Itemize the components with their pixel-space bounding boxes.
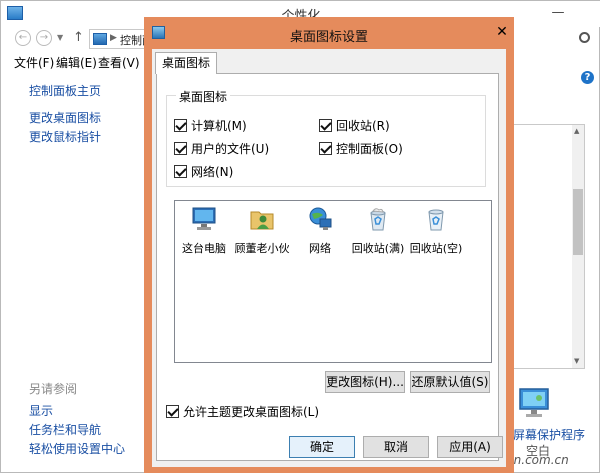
user-files-checkbox[interactable] xyxy=(174,141,187,155)
tab-desktop-icons[interactable]: 桌面图标 xyxy=(155,52,218,74)
control-panel-checkbox[interactable] xyxy=(319,141,332,155)
ok-button[interactable]: 确定 xyxy=(289,436,355,458)
search-icon[interactable] xyxy=(579,32,590,43)
network-checkbox-row[interactable]: 网络(N) xyxy=(174,163,233,179)
network-checkbox-label: 网络(N) xyxy=(191,164,234,179)
restore-default-button[interactable]: 还原默认值(S) xyxy=(410,371,490,393)
menu-view[interactable]: 查看(V) xyxy=(98,54,140,71)
list-item[interactable]: 网络 xyxy=(291,205,349,256)
menu-edit[interactable]: 编辑(E) xyxy=(56,54,97,71)
dialog-body: 桌面图标 桌面图标 计算机(M) 回收站(R) 用户的文件(U) 控制面板(O)… xyxy=(152,49,506,467)
control-panel-home-link[interactable]: 控制面板主页 xyxy=(29,82,101,99)
computer-icon xyxy=(192,207,216,230)
arrow-left-icon: ← xyxy=(18,32,28,43)
dialog-title: 桌面图标设置 xyxy=(289,30,368,45)
see-also-heading: 另请参阅 xyxy=(29,382,78,396)
arrow-up-icon: ↑ xyxy=(73,30,84,45)
recycle-bin-checkbox[interactable] xyxy=(319,118,332,132)
computer-checkbox-row[interactable]: 计算机(M) xyxy=(174,117,247,133)
scroll-down-icon[interactable]: ▼ xyxy=(574,357,579,365)
change-desktop-icons-link[interactable]: 更改桌面图标 xyxy=(29,109,101,126)
forward-button[interactable]: → xyxy=(36,30,52,46)
cancel-button[interactable]: 取消 xyxy=(363,436,429,458)
icon-caption: 网络 xyxy=(309,242,331,255)
address-bar[interactable]: ▶ 控制面 xyxy=(89,29,149,49)
network-icon xyxy=(309,207,332,230)
apply-button[interactable]: 应用(A) xyxy=(437,436,503,458)
user-files-checkbox-row[interactable]: 用户的文件(U) xyxy=(174,140,269,156)
icon-caption: 顾董老小伙 xyxy=(234,242,290,255)
list-item[interactable]: 这台电脑 xyxy=(175,205,233,256)
list-item[interactable]: 顾董老小伙 xyxy=(233,205,291,256)
recycle-bin-empty-icon xyxy=(428,209,444,231)
list-item[interactable]: 回收站(空) xyxy=(407,205,465,256)
allow-themes-checkbox[interactable] xyxy=(166,404,179,418)
recycle-bin-checkbox-row[interactable]: 回收站(R) xyxy=(319,117,390,133)
back-button[interactable]: ← xyxy=(15,30,31,46)
control-panel-icon xyxy=(93,33,107,45)
display-link[interactable]: 显示 xyxy=(29,402,53,419)
close-icon: ✕ xyxy=(496,24,508,40)
computer-checkbox[interactable] xyxy=(174,118,187,132)
icon-caption: 这台电脑 xyxy=(182,242,226,255)
scrollbar-thumb[interactable] xyxy=(573,189,583,255)
icon-caption: 回收站(空) xyxy=(409,242,463,255)
desktop-icon-settings-dialog: 桌面图标设置 ✕ 桌面图标 桌面图标 计算机(M) 回收站(R) 用户的文件(U… xyxy=(144,17,514,473)
screensaver-link[interactable]: 屏幕保护程序 xyxy=(513,426,585,443)
help-icon[interactable]: ? xyxy=(581,71,594,84)
scroll-up-icon[interactable]: ▲ xyxy=(574,127,579,135)
breadcrumb-chevron-icon: ▶ xyxy=(110,33,117,43)
control-panel-checkbox-row[interactable]: 控制面板(O) xyxy=(319,140,403,156)
menu-file[interactable]: 文件(F) xyxy=(14,54,54,71)
allow-themes-checkbox-row[interactable]: 允许主题更改桌面图标(L) xyxy=(166,403,319,419)
list-item[interactable]: 回收站(满) xyxy=(349,205,407,256)
control-panel-checkbox-label: 控制面板(O) xyxy=(336,141,403,156)
icon-caption: 回收站(满) xyxy=(351,242,405,255)
change-mouse-pointer-link[interactable]: 更改鼠标指针 xyxy=(29,128,101,145)
arrow-right-icon: → xyxy=(39,32,49,43)
network-checkbox[interactable] xyxy=(174,164,187,178)
group-title: 桌面图标 xyxy=(176,88,231,105)
change-icon-button[interactable]: 更改图标(H)... xyxy=(325,371,405,393)
recycle-bin-checkbox-label: 回收站(R) xyxy=(336,118,390,133)
recycle-bin-full-icon xyxy=(370,208,386,231)
user-files-checkbox-label: 用户的文件(U) xyxy=(191,141,270,156)
ease-of-access-link[interactable]: 轻松使用设置中心 xyxy=(29,440,125,457)
screensaver-icon[interactable] xyxy=(517,386,551,420)
up-button[interactable]: ↑ xyxy=(73,30,84,45)
computer-checkbox-label: 计算机(M) xyxy=(191,118,247,133)
recent-locations-dropdown[interactable]: ▼ xyxy=(57,33,63,42)
close-button[interactable]: ✕ xyxy=(493,23,511,41)
minimize-button[interactable]: — xyxy=(549,5,567,20)
user-folder-icon xyxy=(250,211,274,230)
allow-themes-label: 允许主题更改桌面图标(L) xyxy=(183,404,320,419)
taskbar-navigation-link[interactable]: 任务栏和导航 xyxy=(29,421,101,438)
desktop-icon-list[interactable]: 这台电脑 顾董老小伙 网络 回收站(满) 回收站(空) xyxy=(174,200,492,363)
